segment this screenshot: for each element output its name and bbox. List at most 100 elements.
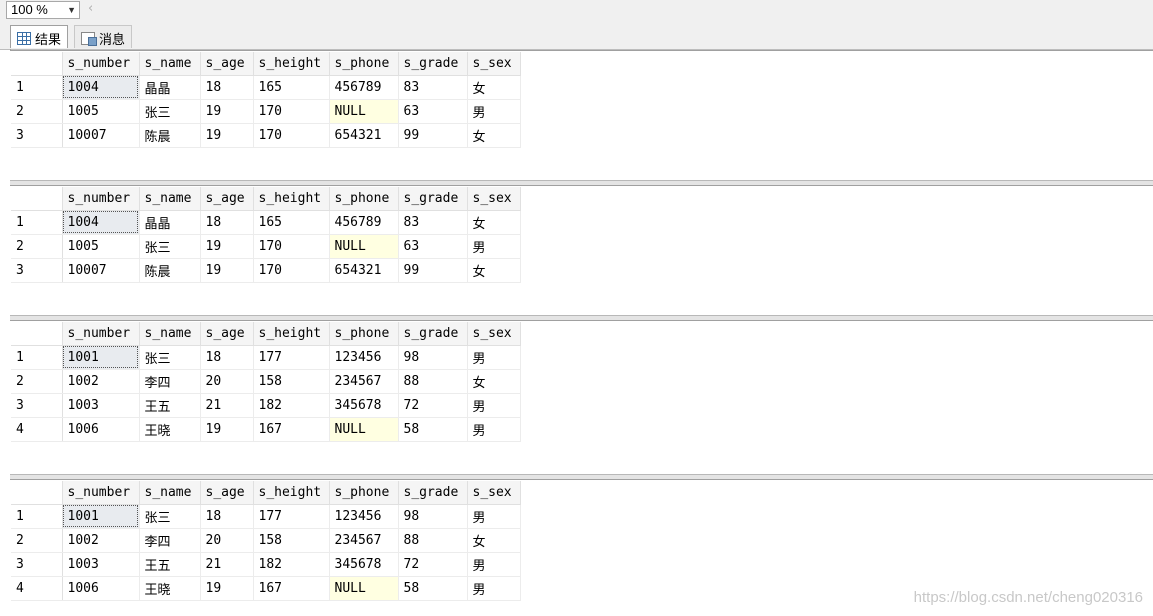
row-number-header[interactable] [11,187,63,211]
cell-s-phone[interactable]: 456789 [329,75,399,100]
cell-s-sex[interactable]: 男 [467,393,521,418]
column-header-s-number[interactable]: s_number [62,322,140,346]
cell-s-grade[interactable]: 88 [398,369,468,394]
cell-s-sex[interactable]: 女 [467,258,521,283]
cell-s-grade[interactable]: 99 [398,258,468,283]
column-header-s-sex[interactable]: s_sex [467,52,521,76]
cell-s-phone[interactable]: 654321 [329,123,399,148]
cell-s-age[interactable]: 18 [200,345,254,370]
table-row[interactable]: 1 1001 张三 18 177 123456 98 男 [11,345,521,370]
column-header-s-grade[interactable]: s_grade [398,52,468,76]
cell-s-number[interactable]: 1006 [62,417,140,442]
row-number[interactable]: 1 [11,210,63,235]
table-row[interactable]: 4 1006 王晓 19 167 NULL 58 男 [11,417,521,442]
column-header-s-age[interactable]: s_age [200,187,254,211]
cell-s-age[interactable]: 19 [200,234,254,259]
cell-s-sex[interactable]: 男 [467,99,521,124]
result-grid-2[interactable]: s_number s_name s_age s_height s_phone s_grad… [10,185,1153,316]
cell-s-name[interactable]: 王五 [139,393,201,418]
cell-s-sex[interactable]: 男 [467,576,521,601]
cell-s-number[interactable]: 1002 [62,369,140,394]
column-header-s-height[interactable]: s_height [253,481,330,505]
cell-s-number[interactable]: 1001 [62,504,140,529]
row-number[interactable]: 3 [11,552,63,577]
cell-s-phone[interactable]: 234567 [329,369,399,394]
table-row[interactable]: 3 1003 王五 21 182 345678 72 男 [11,393,521,418]
cell-s-number[interactable]: 10007 [62,123,140,148]
cell-s-number[interactable]: 1005 [62,234,140,259]
cell-s-name[interactable]: 张三 [139,99,201,124]
column-header-s-name[interactable]: s_name [139,52,201,76]
column-header-s-height[interactable]: s_height [253,187,330,211]
cell-s-name[interactable]: 晶晶 [139,75,201,100]
cell-s-number[interactable]: 1004 [62,210,140,235]
cell-s-name[interactable]: 陈晨 [139,258,201,283]
cell-s-height[interactable]: 170 [253,258,330,283]
cell-s-name[interactable]: 张三 [139,234,201,259]
table-row[interactable]: 1 1004 晶晶 18 165 456789 83 女 [11,210,521,235]
cell-s-name[interactable]: 李四 [139,369,201,394]
cell-s-phone[interactable]: 345678 [329,393,399,418]
cell-s-grade[interactable]: 58 [398,417,468,442]
column-header-s-sex[interactable]: s_sex [467,481,521,505]
cell-s-height[interactable]: 167 [253,417,330,442]
column-header-s-grade[interactable]: s_grade [398,481,468,505]
cell-s-grade[interactable]: 72 [398,552,468,577]
row-number[interactable]: 3 [11,258,63,283]
column-header-s-phone[interactable]: s_phone [329,52,399,76]
cell-s-grade[interactable]: 63 [398,234,468,259]
cell-s-name[interactable]: 李四 [139,528,201,553]
column-header-s-phone[interactable]: s_phone [329,481,399,505]
row-number[interactable]: 3 [11,393,63,418]
cell-s-grade[interactable]: 88 [398,528,468,553]
column-header-s-phone[interactable]: s_phone [329,322,399,346]
row-number[interactable]: 4 [11,576,63,601]
cell-s-age[interactable]: 20 [200,369,254,394]
column-header-s-name[interactable]: s_name [139,481,201,505]
row-number[interactable]: 1 [11,504,63,529]
table-row[interactable]: 1 1004 晶晶 18 165 456789 83 女 [11,75,521,100]
cell-s-height[interactable]: 177 [253,504,330,529]
row-number-header[interactable] [11,322,63,346]
cell-s-sex[interactable]: 男 [467,234,521,259]
cell-s-age[interactable]: 19 [200,417,254,442]
table-row[interactable]: 1 1001 张三 18 177 123456 98 男 [11,504,521,529]
column-header-s-height[interactable]: s_height [253,322,330,346]
cell-s-height[interactable]: 165 [253,210,330,235]
cell-s-name[interactable]: 晶晶 [139,210,201,235]
cell-s-phone[interactable]: NULL [329,576,399,601]
row-number[interactable]: 2 [11,369,63,394]
cell-s-age[interactable]: 20 [200,528,254,553]
cell-s-phone[interactable]: 123456 [329,504,399,529]
row-number[interactable]: 1 [11,75,63,100]
table-row[interactable]: 2 1005 张三 19 170 NULL 63 男 [11,99,521,124]
cell-s-sex[interactable]: 女 [467,123,521,148]
cell-s-name[interactable]: 王五 [139,552,201,577]
cell-s-sex[interactable]: 女 [467,528,521,553]
cell-s-grade[interactable]: 98 [398,345,468,370]
cell-s-grade[interactable]: 99 [398,123,468,148]
row-number[interactable]: 2 [11,528,63,553]
cell-s-age[interactable]: 19 [200,576,254,601]
cell-s-number[interactable]: 1006 [62,576,140,601]
cell-s-age[interactable]: 18 [200,75,254,100]
cell-s-number[interactable]: 1005 [62,99,140,124]
row-number-header[interactable] [11,52,63,76]
cell-s-grade[interactable]: 58 [398,576,468,601]
cell-s-sex[interactable]: 女 [467,210,521,235]
cell-s-number[interactable]: 10007 [62,258,140,283]
cell-s-sex[interactable]: 女 [467,369,521,394]
cell-s-height[interactable]: 170 [253,234,330,259]
cell-s-number[interactable]: 1003 [62,393,140,418]
cell-s-sex[interactable]: 男 [467,345,521,370]
cell-s-sex[interactable]: 男 [467,504,521,529]
column-header-s-name[interactable]: s_name [139,187,201,211]
cell-s-age[interactable]: 21 [200,393,254,418]
row-number[interactable]: 1 [11,345,63,370]
cell-s-phone[interactable]: NULL [329,234,399,259]
column-header-s-sex[interactable]: s_sex [467,187,521,211]
column-header-s-height[interactable]: s_height [253,52,330,76]
table-row[interactable]: 3 1003 王五 21 182 345678 72 男 [11,552,521,577]
column-header-s-grade[interactable]: s_grade [398,187,468,211]
cell-s-grade[interactable]: 83 [398,75,468,100]
